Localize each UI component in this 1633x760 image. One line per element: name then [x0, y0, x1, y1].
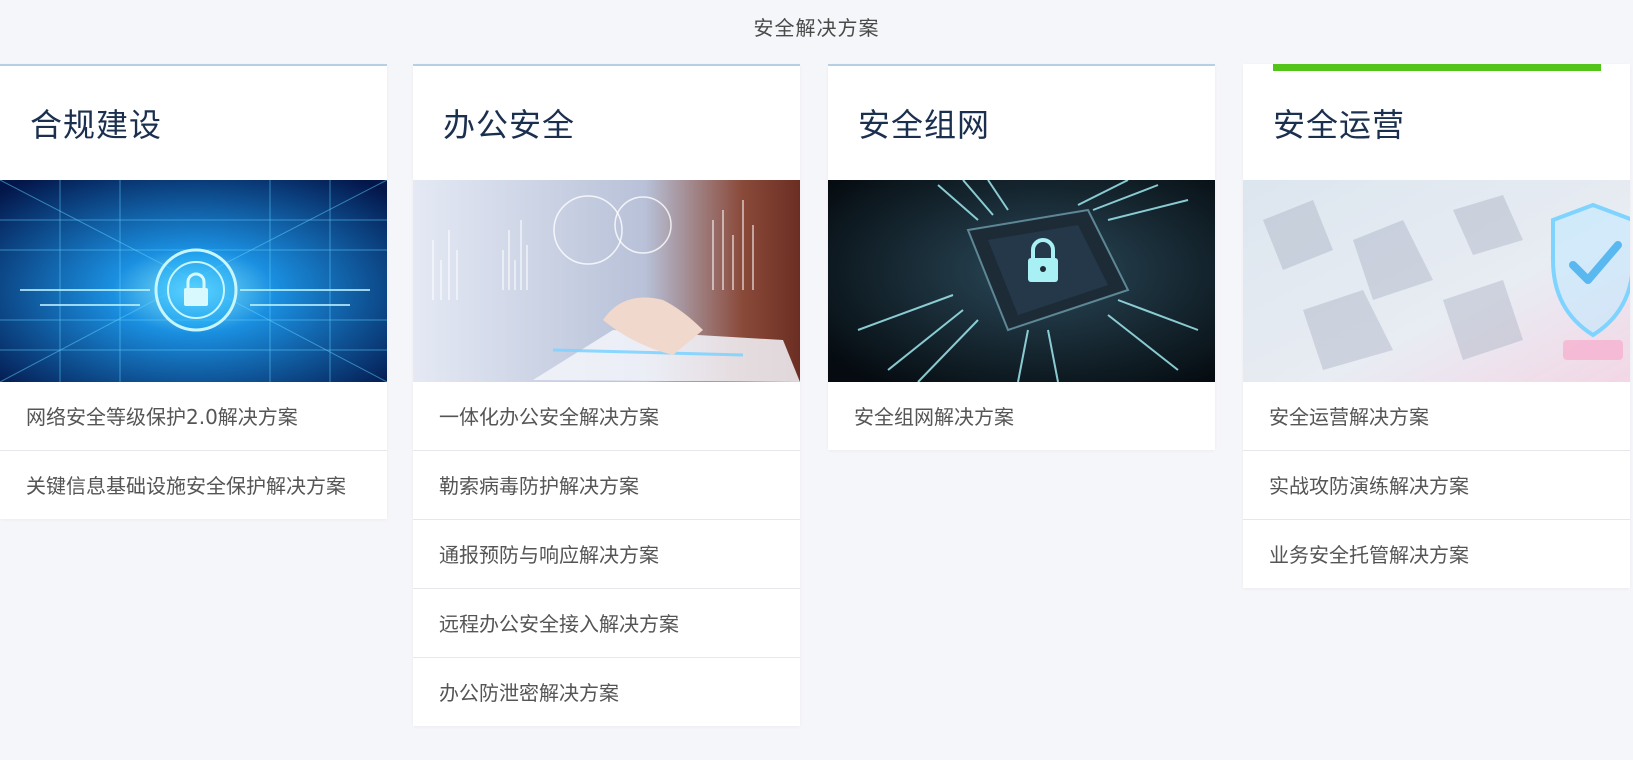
card-secure-networking[interactable]: 安全组网 安全组网解决方案: [828, 64, 1215, 450]
list-item[interactable]: 勒索病毒防护解决方案: [413, 451, 800, 520]
chip-lock-image: [828, 180, 1215, 382]
list-item[interactable]: 办公防泄密解决方案: [413, 658, 800, 726]
list-item[interactable]: 远程办公安全接入解决方案: [413, 589, 800, 658]
card-compliance[interactable]: 合规建设 网络安全等级保护2.0解决方案 关键信息基础设施安全保护解决方案: [0, 64, 387, 519]
card-header: 安全组网: [828, 66, 1215, 180]
card-office-security[interactable]: 办公安全 一体化办公安全解决方案 勒索病毒防护解决方案 通报预防与响应解决方案 …: [413, 64, 800, 726]
list-item[interactable]: 通报预防与响应解决方案: [413, 520, 800, 589]
list-item[interactable]: 业务安全托管解决方案: [1243, 520, 1630, 588]
list-item[interactable]: 安全组网解决方案: [828, 382, 1215, 450]
card-security-operations[interactable]: 安全运营 安全运营解决方案 实战攻防演练解决方案 业务安全托管解决方案: [1243, 64, 1630, 588]
shield-check-image: [1243, 180, 1630, 382]
card-header: 安全运营: [1243, 66, 1630, 180]
active-tab-indicator: [1273, 64, 1601, 71]
card-header: 办公安全: [413, 66, 800, 180]
list-item[interactable]: 一体化办公安全解决方案: [413, 382, 800, 451]
section-title: 安全解决方案: [753, 16, 880, 40]
card-title: 合规建设: [30, 106, 163, 144]
network-security-image: [0, 180, 387, 382]
list-item[interactable]: 网络安全等级保护2.0解决方案: [0, 382, 387, 451]
card-title: 办公安全: [443, 106, 576, 144]
office-security-image: [413, 180, 800, 382]
list-item[interactable]: 实战攻防演练解决方案: [1243, 451, 1630, 520]
list-item[interactable]: 关键信息基础设施安全保护解决方案: [0, 451, 387, 519]
card-header: 合规建设: [0, 66, 387, 180]
list-item[interactable]: 安全运营解决方案: [1243, 382, 1630, 451]
card-title: 安全组网: [858, 106, 991, 144]
solutions-page: 安全解决方案 合规建设 网络安全等级保护2.0解决方案 关键信息基础设施安全保护…: [0, 0, 1633, 760]
card-title: 安全运营: [1273, 106, 1406, 144]
